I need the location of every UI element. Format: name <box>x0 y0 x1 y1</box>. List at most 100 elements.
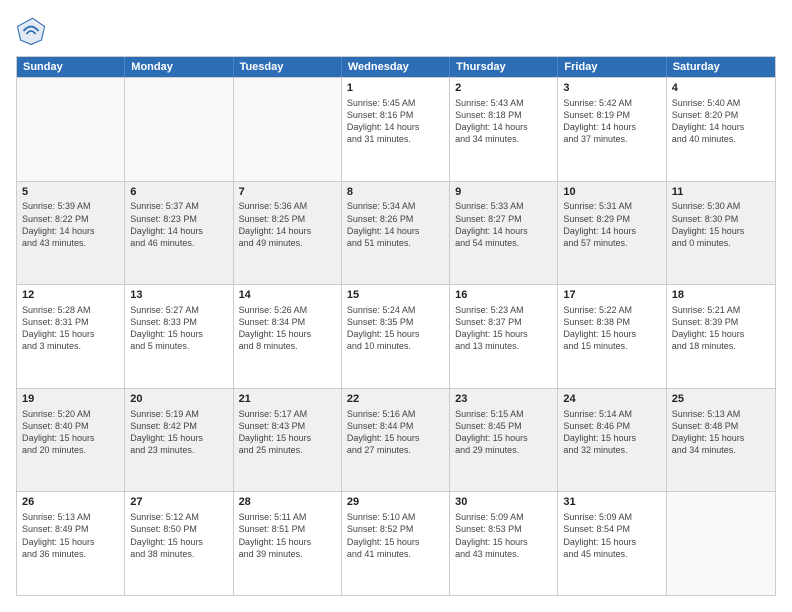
day-number: 8 <box>347 185 444 200</box>
calendar-cell: 10Sunrise: 5:31 AM Sunset: 8:29 PM Dayli… <box>558 182 666 285</box>
day-info: Sunrise: 5:11 AM Sunset: 8:51 PM Dayligh… <box>239 511 336 560</box>
calendar-weekday-saturday: Saturday <box>667 57 775 77</box>
logo-icon <box>16 16 46 46</box>
day-info: Sunrise: 5:16 AM Sunset: 8:44 PM Dayligh… <box>347 408 444 457</box>
calendar-cell: 9Sunrise: 5:33 AM Sunset: 8:27 PM Daylig… <box>450 182 558 285</box>
day-number: 22 <box>347 392 444 407</box>
day-number: 4 <box>672 81 770 96</box>
day-number: 17 <box>563 288 660 303</box>
day-number: 30 <box>455 495 552 510</box>
calendar-cell: 8Sunrise: 5:34 AM Sunset: 8:26 PM Daylig… <box>342 182 450 285</box>
calendar-cell: 6Sunrise: 5:37 AM Sunset: 8:23 PM Daylig… <box>125 182 233 285</box>
calendar-cell: 27Sunrise: 5:12 AM Sunset: 8:50 PM Dayli… <box>125 492 233 595</box>
calendar-cell: 1Sunrise: 5:45 AM Sunset: 8:16 PM Daylig… <box>342 78 450 181</box>
day-info: Sunrise: 5:42 AM Sunset: 8:19 PM Dayligh… <box>563 97 660 146</box>
calendar: SundayMondayTuesdayWednesdayThursdayFrid… <box>16 56 776 596</box>
calendar-body: 1Sunrise: 5:45 AM Sunset: 8:16 PM Daylig… <box>17 77 775 595</box>
day-number: 12 <box>22 288 119 303</box>
day-number: 24 <box>563 392 660 407</box>
day-info: Sunrise: 5:39 AM Sunset: 8:22 PM Dayligh… <box>22 200 119 249</box>
day-number: 29 <box>347 495 444 510</box>
calendar-cell: 15Sunrise: 5:24 AM Sunset: 8:35 PM Dayli… <box>342 285 450 388</box>
logo <box>16 16 50 46</box>
calendar-cell: 5Sunrise: 5:39 AM Sunset: 8:22 PM Daylig… <box>17 182 125 285</box>
day-number: 7 <box>239 185 336 200</box>
calendar-cell: 26Sunrise: 5:13 AM Sunset: 8:49 PM Dayli… <box>17 492 125 595</box>
day-number: 6 <box>130 185 227 200</box>
calendar-cell: 29Sunrise: 5:10 AM Sunset: 8:52 PM Dayli… <box>342 492 450 595</box>
day-info: Sunrise: 5:31 AM Sunset: 8:29 PM Dayligh… <box>563 200 660 249</box>
day-number: 14 <box>239 288 336 303</box>
calendar-cell <box>125 78 233 181</box>
day-info: Sunrise: 5:10 AM Sunset: 8:52 PM Dayligh… <box>347 511 444 560</box>
calendar-cell: 3Sunrise: 5:42 AM Sunset: 8:19 PM Daylig… <box>558 78 666 181</box>
calendar-weekday-thursday: Thursday <box>450 57 558 77</box>
day-info: Sunrise: 5:09 AM Sunset: 8:54 PM Dayligh… <box>563 511 660 560</box>
calendar-weekday-sunday: Sunday <box>17 57 125 77</box>
day-info: Sunrise: 5:21 AM Sunset: 8:39 PM Dayligh… <box>672 304 770 353</box>
day-info: Sunrise: 5:14 AM Sunset: 8:46 PM Dayligh… <box>563 408 660 457</box>
day-info: Sunrise: 5:28 AM Sunset: 8:31 PM Dayligh… <box>22 304 119 353</box>
day-number: 13 <box>130 288 227 303</box>
calendar-cell: 17Sunrise: 5:22 AM Sunset: 8:38 PM Dayli… <box>558 285 666 388</box>
day-info: Sunrise: 5:13 AM Sunset: 8:48 PM Dayligh… <box>672 408 770 457</box>
calendar-cell <box>234 78 342 181</box>
calendar-weekday-wednesday: Wednesday <box>342 57 450 77</box>
day-info: Sunrise: 5:33 AM Sunset: 8:27 PM Dayligh… <box>455 200 552 249</box>
calendar-cell: 7Sunrise: 5:36 AM Sunset: 8:25 PM Daylig… <box>234 182 342 285</box>
calendar-week-3: 12Sunrise: 5:28 AM Sunset: 8:31 PM Dayli… <box>17 284 775 388</box>
calendar-cell: 23Sunrise: 5:15 AM Sunset: 8:45 PM Dayli… <box>450 389 558 492</box>
day-info: Sunrise: 5:36 AM Sunset: 8:25 PM Dayligh… <box>239 200 336 249</box>
calendar-cell: 20Sunrise: 5:19 AM Sunset: 8:42 PM Dayli… <box>125 389 233 492</box>
calendar-cell: 18Sunrise: 5:21 AM Sunset: 8:39 PM Dayli… <box>667 285 775 388</box>
calendar-cell: 25Sunrise: 5:13 AM Sunset: 8:48 PM Dayli… <box>667 389 775 492</box>
day-info: Sunrise: 5:34 AM Sunset: 8:26 PM Dayligh… <box>347 200 444 249</box>
day-info: Sunrise: 5:20 AM Sunset: 8:40 PM Dayligh… <box>22 408 119 457</box>
day-info: Sunrise: 5:12 AM Sunset: 8:50 PM Dayligh… <box>130 511 227 560</box>
day-info: Sunrise: 5:40 AM Sunset: 8:20 PM Dayligh… <box>672 97 770 146</box>
calendar-cell: 11Sunrise: 5:30 AM Sunset: 8:30 PM Dayli… <box>667 182 775 285</box>
calendar-weekday-monday: Monday <box>125 57 233 77</box>
calendar-cell: 16Sunrise: 5:23 AM Sunset: 8:37 PM Dayli… <box>450 285 558 388</box>
day-number: 16 <box>455 288 552 303</box>
calendar-week-5: 26Sunrise: 5:13 AM Sunset: 8:49 PM Dayli… <box>17 491 775 595</box>
day-number: 19 <box>22 392 119 407</box>
day-number: 2 <box>455 81 552 96</box>
calendar-cell: 12Sunrise: 5:28 AM Sunset: 8:31 PM Dayli… <box>17 285 125 388</box>
calendar-week-1: 1Sunrise: 5:45 AM Sunset: 8:16 PM Daylig… <box>17 77 775 181</box>
calendar-cell: 28Sunrise: 5:11 AM Sunset: 8:51 PM Dayli… <box>234 492 342 595</box>
calendar-cell: 24Sunrise: 5:14 AM Sunset: 8:46 PM Dayli… <box>558 389 666 492</box>
calendar-cell: 22Sunrise: 5:16 AM Sunset: 8:44 PM Dayli… <box>342 389 450 492</box>
day-info: Sunrise: 5:17 AM Sunset: 8:43 PM Dayligh… <box>239 408 336 457</box>
day-info: Sunrise: 5:19 AM Sunset: 8:42 PM Dayligh… <box>130 408 227 457</box>
calendar-cell: 30Sunrise: 5:09 AM Sunset: 8:53 PM Dayli… <box>450 492 558 595</box>
calendar-cell <box>17 78 125 181</box>
calendar-weekday-friday: Friday <box>558 57 666 77</box>
calendar-week-2: 5Sunrise: 5:39 AM Sunset: 8:22 PM Daylig… <box>17 181 775 285</box>
calendar-cell: 19Sunrise: 5:20 AM Sunset: 8:40 PM Dayli… <box>17 389 125 492</box>
page: SundayMondayTuesdayWednesdayThursdayFrid… <box>0 0 792 612</box>
calendar-cell: 2Sunrise: 5:43 AM Sunset: 8:18 PM Daylig… <box>450 78 558 181</box>
day-info: Sunrise: 5:37 AM Sunset: 8:23 PM Dayligh… <box>130 200 227 249</box>
day-number: 10 <box>563 185 660 200</box>
day-number: 9 <box>455 185 552 200</box>
calendar-cell <box>667 492 775 595</box>
calendar-cell: 14Sunrise: 5:26 AM Sunset: 8:34 PM Dayli… <box>234 285 342 388</box>
day-number: 3 <box>563 81 660 96</box>
day-info: Sunrise: 5:22 AM Sunset: 8:38 PM Dayligh… <box>563 304 660 353</box>
calendar-header: SundayMondayTuesdayWednesdayThursdayFrid… <box>17 57 775 77</box>
day-info: Sunrise: 5:15 AM Sunset: 8:45 PM Dayligh… <box>455 408 552 457</box>
day-info: Sunrise: 5:26 AM Sunset: 8:34 PM Dayligh… <box>239 304 336 353</box>
calendar-cell: 4Sunrise: 5:40 AM Sunset: 8:20 PM Daylig… <box>667 78 775 181</box>
day-info: Sunrise: 5:27 AM Sunset: 8:33 PM Dayligh… <box>130 304 227 353</box>
day-number: 15 <box>347 288 444 303</box>
day-number: 21 <box>239 392 336 407</box>
calendar-weekday-tuesday: Tuesday <box>234 57 342 77</box>
day-number: 31 <box>563 495 660 510</box>
day-number: 28 <box>239 495 336 510</box>
day-number: 23 <box>455 392 552 407</box>
calendar-cell: 21Sunrise: 5:17 AM Sunset: 8:43 PM Dayli… <box>234 389 342 492</box>
header <box>16 16 776 46</box>
day-info: Sunrise: 5:30 AM Sunset: 8:30 PM Dayligh… <box>672 200 770 249</box>
day-info: Sunrise: 5:09 AM Sunset: 8:53 PM Dayligh… <box>455 511 552 560</box>
